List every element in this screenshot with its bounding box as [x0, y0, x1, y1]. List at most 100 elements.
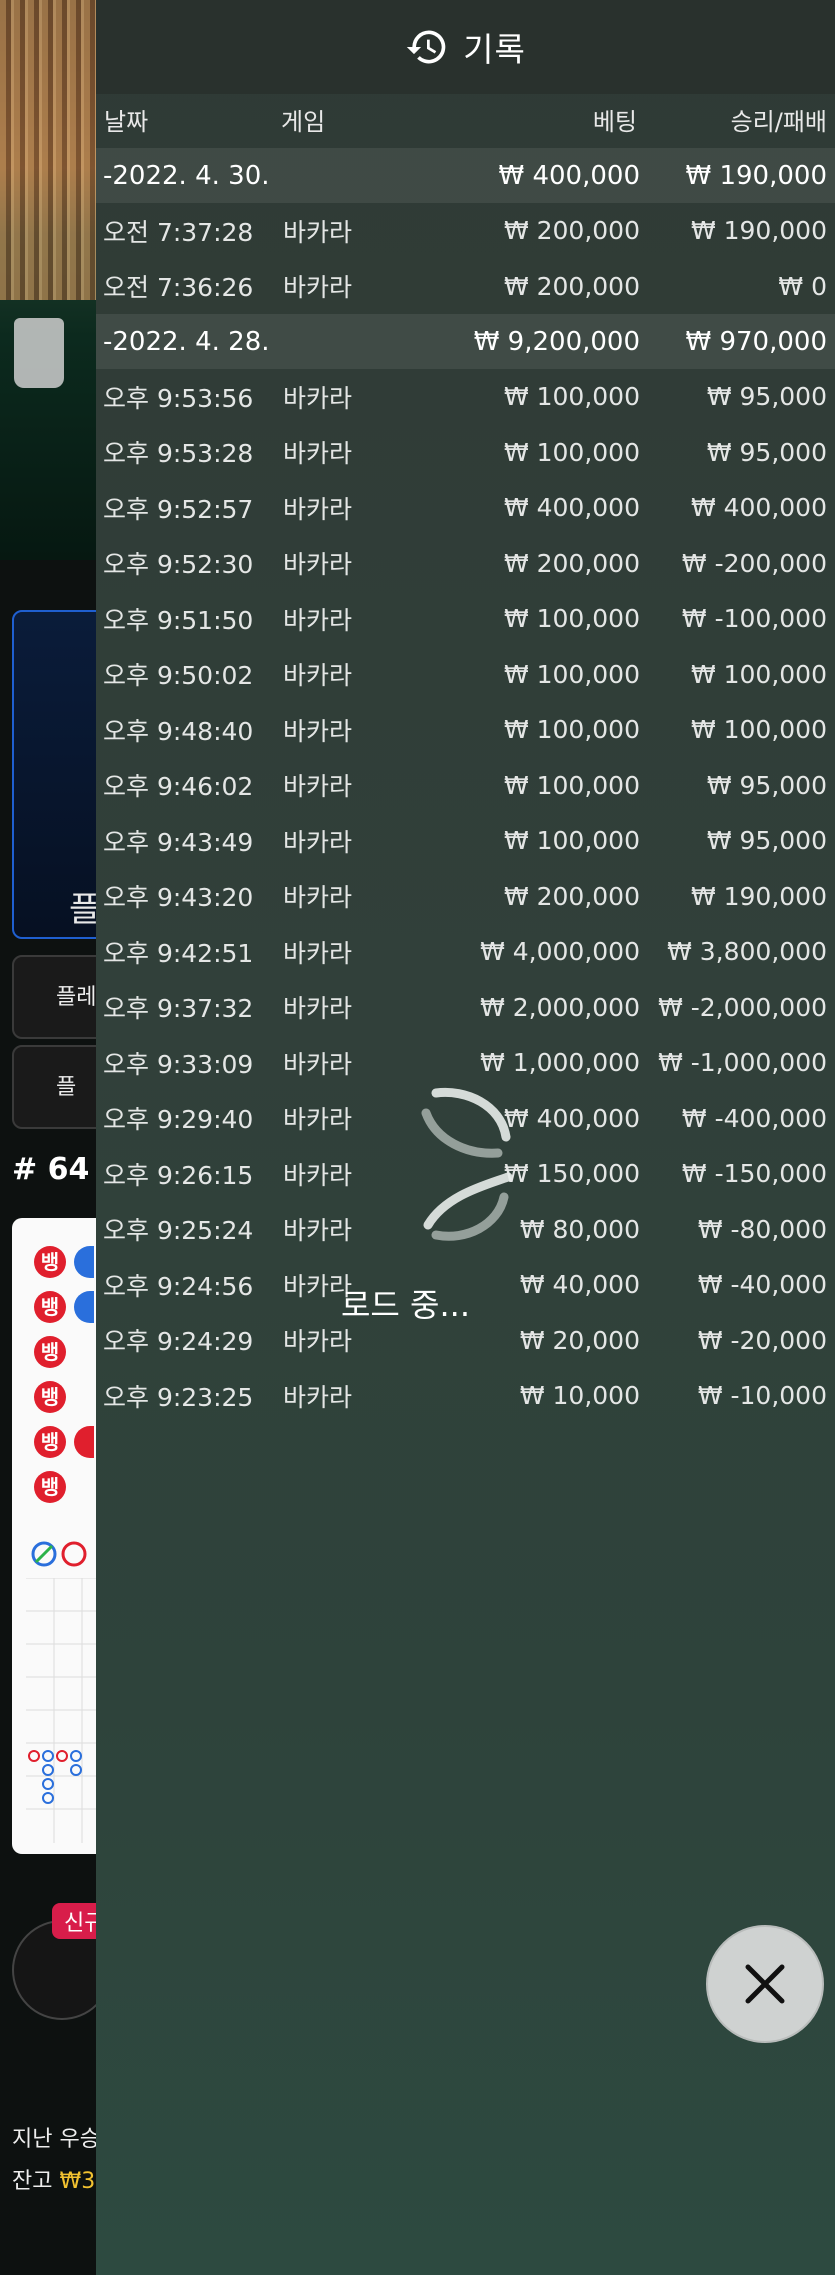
player-bonus-label: 플	[56, 1075, 77, 1100]
row-result: ₩ 95,000	[706, 770, 827, 800]
row-result: ₩ 190,000	[690, 216, 827, 246]
column-game: 게임	[281, 108, 326, 136]
row-game: 바카라	[283, 550, 353, 580]
group-total-result: ₩ 970,000	[685, 326, 828, 357]
history-row[interactable]: 오후 9:37:32 바카라 ₩ 2,000,000 ₩ -2,000,000	[96, 980, 835, 1036]
row-result: ₩ -400,000	[681, 1103, 827, 1133]
history-row[interactable]: 오전 7:36:26 바카라 ₩ 200,000 ₩ 0	[96, 259, 835, 315]
row-result: ₩ -150,000	[681, 1159, 827, 1189]
row-game: 바카라	[283, 1160, 353, 1190]
row-game: 바카라	[283, 1105, 353, 1135]
group-total-result: ₩ 190,000	[685, 160, 828, 191]
row-time: 오후 9:53:56	[103, 383, 254, 413]
row-time: 오후 9:42:51	[103, 938, 254, 968]
history-row[interactable]: 오후 9:48:40 바카라 ₩ 100,000 ₩ 100,000	[96, 702, 835, 758]
history-icon	[406, 30, 446, 64]
row-time: 오후 9:23:25	[103, 1382, 254, 1412]
history-row[interactable]: 오후 9:23:25 바카라 ₩ 10,000 ₩ -10,000	[96, 1368, 835, 1424]
row-time: 오후 9:29:40	[103, 1105, 254, 1135]
row-bet: ₩ 100,000	[503, 437, 640, 467]
row-bet: ₩ 100,000	[503, 604, 640, 634]
road-banker-dot: 뱅	[34, 1336, 66, 1368]
live-video-feed	[0, 0, 100, 560]
row-game: 바카라	[283, 827, 353, 857]
close-button[interactable]	[706, 1925, 824, 2043]
row-result: ₩ -80,000	[697, 1214, 827, 1244]
date-group-row[interactable]: -2022. 4. 30. ₩ 400,000 ₩ 190,000	[96, 148, 835, 203]
road-banker-dot: 뱅	[34, 1291, 66, 1323]
row-result: ₩ -100,000	[681, 604, 827, 634]
loading-spinner-icon	[421, 1087, 513, 1241]
row-result: ₩ 95,000	[706, 437, 827, 467]
road-banker-dot: 뱅	[34, 1471, 66, 1503]
road-banker-dot: 뱅	[34, 1246, 66, 1278]
row-time: 오후 9:43:49	[103, 827, 254, 857]
row-result: ₩ 95,000	[706, 826, 827, 856]
row-result: ₩ 3,800,000	[667, 937, 827, 967]
row-game: 바카라	[283, 883, 353, 913]
row-time: 오후 9:26:15	[103, 1160, 254, 1190]
row-result: ₩ -200,000	[681, 548, 827, 578]
row-bet: ₩ 200,000	[503, 271, 640, 301]
row-result: ₩ 95,000	[706, 382, 827, 412]
row-time: 오후 9:52:30	[103, 550, 254, 580]
row-game: 바카라	[283, 383, 353, 413]
history-row[interactable]: 오후 9:43:49 바카라 ₩ 100,000 ₩ 95,000	[96, 813, 835, 869]
history-row[interactable]: 오전 7:37:28 바카라 ₩ 200,000 ₩ 190,000	[96, 203, 835, 259]
close-icon	[745, 1964, 785, 2004]
row-time: 오후 9:48:40	[103, 716, 254, 746]
history-row[interactable]: 오후 9:51:50 바카라 ₩ 100,000 ₩ -100,000	[96, 591, 835, 647]
row-bet: ₩ 80,000	[519, 1214, 640, 1244]
road-player-dot	[74, 1291, 94, 1323]
loading-text: 로드 중...	[340, 1286, 470, 1324]
row-bet: ₩ 200,000	[503, 216, 640, 246]
row-bet: ₩ 10,000	[519, 1381, 640, 1411]
column-bet: 베팅	[592, 108, 637, 136]
curtain-image	[0, 0, 100, 300]
row-bet: ₩ 1,000,000	[480, 1048, 640, 1078]
history-row[interactable]: 오후 9:50:02 바카라 ₩ 100,000 ₩ 100,000	[96, 647, 835, 703]
row-game: 바카라	[283, 217, 353, 247]
history-row[interactable]: 오후 9:52:57 바카라 ₩ 400,000 ₩ 400,000	[96, 480, 835, 536]
row-bet: ₩ 200,000	[503, 548, 640, 578]
history-row[interactable]: 오후 9:53:56 바카라 ₩ 100,000 ₩ 95,000	[96, 369, 835, 425]
row-time: 오후 9:52:57	[103, 494, 254, 524]
history-row[interactable]: 오후 9:52:30 바카라 ₩ 200,000 ₩ -200,000	[96, 536, 835, 592]
road-banker-dot	[74, 1426, 94, 1458]
row-bet: ₩ 100,000	[503, 659, 640, 689]
row-game: 바카라	[283, 439, 353, 469]
row-time: 오후 9:37:32	[103, 994, 254, 1024]
row-game: 바카라	[283, 1049, 353, 1079]
history-title: 기록	[463, 30, 526, 69]
group-total-bet: ₩ 9,200,000	[473, 326, 640, 357]
history-row[interactable]: 오후 9:42:51 바카라 ₩ 4,000,000 ₩ 3,800,000	[96, 924, 835, 980]
row-game: 바카라	[283, 494, 353, 524]
row-time: 오후 9:25:24	[103, 1216, 254, 1246]
row-bet: ₩ 4,000,000	[480, 937, 640, 967]
road-player-dot	[74, 1246, 94, 1278]
date-group-row[interactable]: -2022. 4. 28. ₩ 9,200,000 ₩ 970,000	[96, 314, 835, 369]
history-panel: 기록 날짜 게임 베팅 승리/패배 -2022. 4. 30. ₩ 400,000…	[96, 0, 835, 2275]
history-row[interactable]: 오후 9:43:20 바카라 ₩ 200,000 ₩ 190,000	[96, 869, 835, 925]
last-win-label: 지난 우승	[12, 2127, 100, 2152]
row-game: 바카라	[283, 605, 353, 635]
row-result: ₩ 190,000	[690, 881, 827, 911]
row-bet: ₩ 200,000	[503, 881, 640, 911]
row-time: 오후 9:33:09	[103, 1049, 254, 1079]
row-result: ₩ 100,000	[690, 659, 827, 689]
balance-label: 잔고	[12, 2169, 53, 2194]
row-game: 바카라	[283, 772, 353, 802]
road-banker-dot: 뱅	[34, 1381, 66, 1413]
history-header: 기록	[96, 0, 835, 94]
row-result: ₩ -2,000,000	[658, 992, 827, 1022]
history-row[interactable]: 오후 9:33:09 바카라 ₩ 1,000,000 ₩ -1,000,000	[96, 1035, 835, 1091]
row-bet: ₩ 100,000	[503, 715, 640, 745]
history-row[interactable]: 오후 9:46:02 바카라 ₩ 100,000 ₩ 95,000	[96, 758, 835, 814]
row-time: 오전 7:36:26	[103, 273, 254, 303]
row-bet: ₩ 100,000	[503, 382, 640, 412]
row-time: 오후 9:46:02	[103, 772, 254, 802]
row-result: ₩ 100,000	[690, 715, 827, 745]
history-row[interactable]: 오후 9:53:28 바카라 ₩ 100,000 ₩ 95,000	[96, 425, 835, 481]
row-bet: ₩ 100,000	[503, 826, 640, 856]
row-time: 오전 7:37:28	[103, 217, 254, 247]
